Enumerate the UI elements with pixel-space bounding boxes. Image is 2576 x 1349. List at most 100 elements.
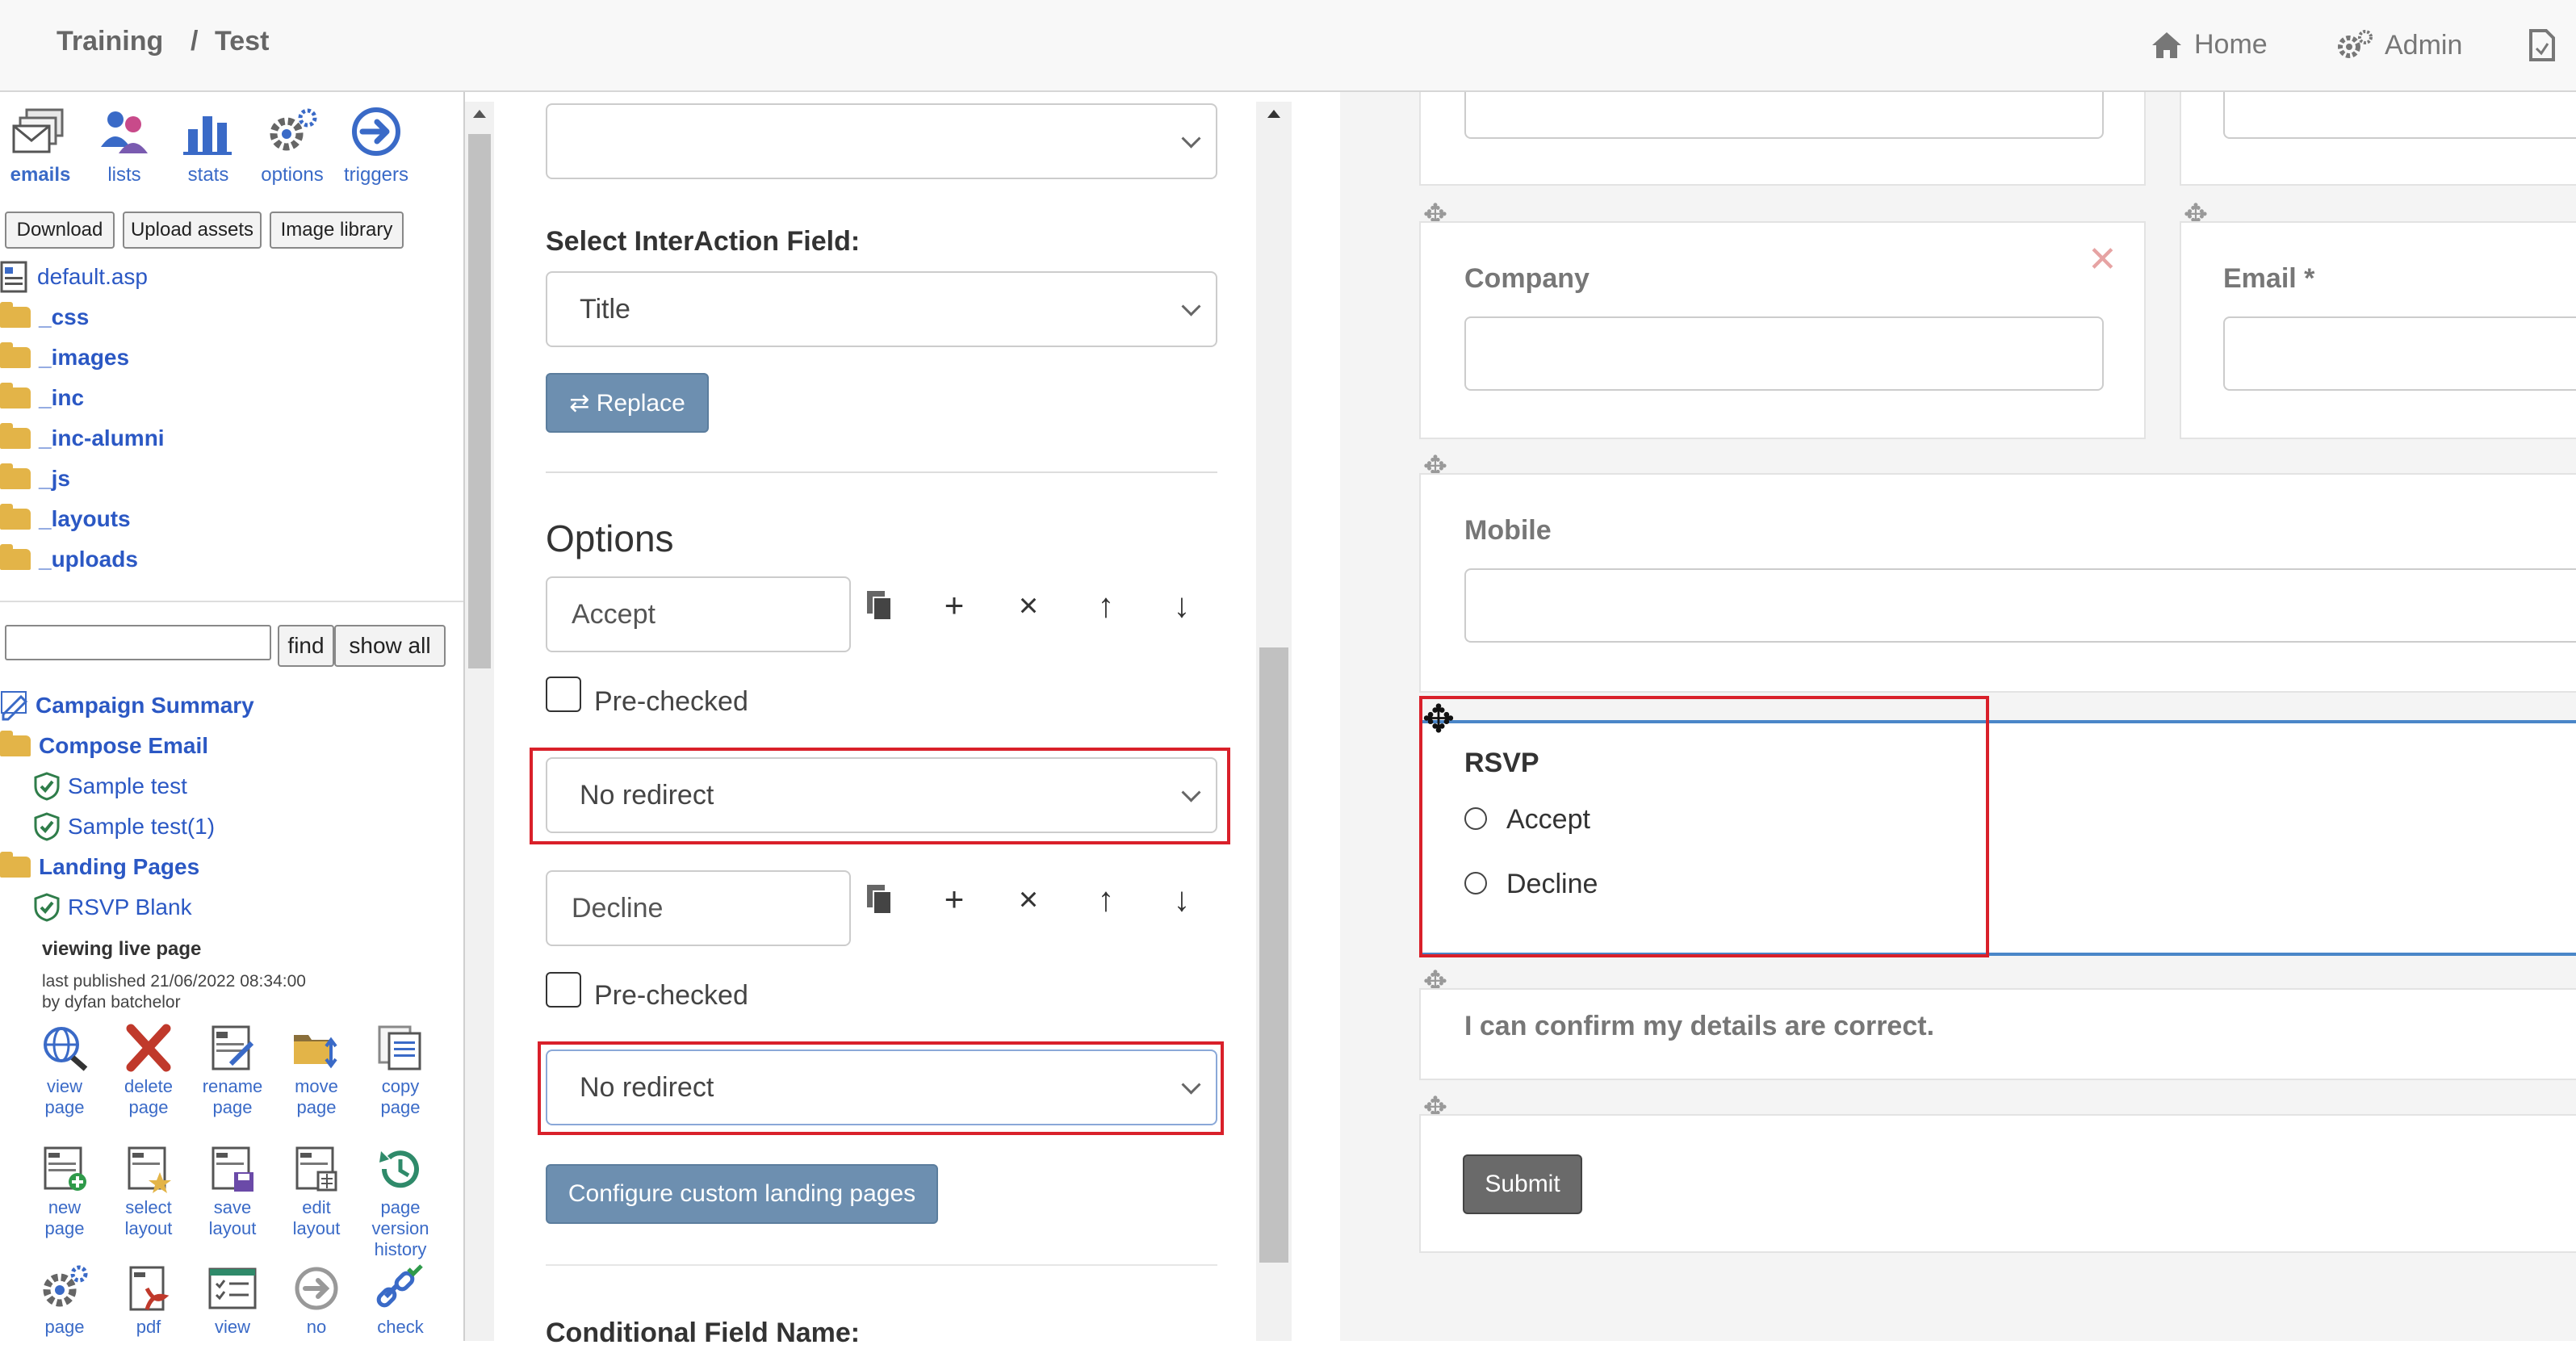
delete-page-action[interactable]: delete page [108,1024,189,1118]
redirect-select-2[interactable]: No redirect [546,1049,1217,1125]
folder-inc-alumni[interactable]: _inc-alumni [0,420,165,457]
pdf-action[interactable]: pdf [108,1264,189,1338]
redirect-select-1[interactable]: No redirect [546,757,1217,833]
company-input[interactable] [1464,316,2104,391]
action-label: layout [124,1218,173,1238]
sidebar-scroll-thumb[interactable] [468,134,491,668]
replace-button[interactable]: ⇄ Replace [546,373,709,433]
view-list-action[interactable]: view [192,1264,273,1338]
nav-admin[interactable]: Admin [2336,29,2462,61]
select-layout-action[interactable]: select layout [108,1145,189,1239]
edit-layout-action[interactable]: edit layout [276,1145,357,1239]
copy-option-button[interactable] [856,589,904,630]
file-default-asp[interactable]: default.asp [0,258,148,295]
form-field-card[interactable] [2180,92,2576,186]
tree-rsvp-blank[interactable]: RSVP Blank [34,888,192,927]
toolbar-emails-label: emails [10,164,71,186]
submit-field-card[interactable]: Submit [1419,1114,2576,1253]
new-page-action[interactable]: new page [24,1145,105,1239]
find-button[interactable]: find [278,625,334,667]
email-field-card[interactable]: Email * [2180,221,2576,439]
option-accept-input[interactable]: Accept [546,576,851,652]
mobile-field-card[interactable]: Mobile [1419,473,2576,693]
form-field-card[interactable] [1419,92,2146,186]
download-button[interactable]: Download [5,212,115,249]
arrow-up-icon: ↑ [1097,586,1115,624]
breadcrumb-separator: / [191,26,199,57]
rename-page-action[interactable]: rename page [192,1024,273,1118]
save-layout-action[interactable]: save layout [192,1145,273,1239]
folder-js[interactable]: _js [0,460,70,497]
scroll-up-arrow[interactable] [1267,110,1280,118]
mobile-input[interactable] [1464,568,2576,643]
sidebar-scrollbar[interactable] [465,102,494,1341]
folder-inc[interactable]: _inc [0,379,84,417]
nav-reports[interactable] [2528,29,2556,61]
sidebar-divider [0,601,463,602]
folder-css[interactable]: _css [0,299,89,336]
tree-campaign-summary[interactable]: Campaign Summary [0,686,254,725]
tree-compose-email[interactable]: Compose Email [0,727,208,765]
close-icon: × [1018,880,1039,918]
prechecked-checkbox-1[interactable] [546,677,581,712]
option-decline-input[interactable]: Decline [546,870,851,946]
move-page-action[interactable]: move page [276,1024,357,1118]
folder-icon [0,423,31,449]
page-version-history-action[interactable]: page version history [360,1145,441,1260]
move-option-up-button[interactable]: ↑ [1082,586,1130,625]
published-by: by dyfan batchelor [42,993,181,1012]
interaction-field-select[interactable]: Title [546,271,1217,347]
folder-images[interactable]: _images [0,339,129,376]
top-select[interactable] [546,103,1217,179]
configure-landing-pages-button[interactable]: Configure custom landing pages [546,1164,938,1224]
toolbar-emails[interactable]: emails [3,107,77,186]
upload-assets-button[interactable]: Upload assets [123,212,262,249]
page-settings-action[interactable]: page [24,1264,105,1338]
move-option-up-button[interactable]: ↑ [1082,880,1130,919]
show-all-button[interactable]: show all [334,625,446,667]
confirm-field-card[interactable]: I can confirm my details are correct. [1419,988,2576,1080]
scroll-up-arrow[interactable] [473,110,486,118]
toolbar-lists[interactable]: lists [87,107,161,186]
toolbar-stats[interactable]: stats [171,107,245,186]
toolbar-triggers[interactable]: triggers [339,107,413,186]
action-label: layout [292,1218,341,1238]
move-option-down-button[interactable]: ↓ [1158,586,1206,625]
tree-sample-test[interactable]: Sample test [34,767,187,806]
field-input[interactable] [2223,92,2576,139]
close-icon[interactable]: ✕ [2088,239,2117,280]
check-links-action[interactable]: check [360,1264,441,1338]
move-folder-icon [294,1035,337,1069]
folder-uploads[interactable]: _uploads [0,541,138,578]
remove-option-button[interactable]: × [1004,586,1053,625]
toolbar-options[interactable]: options [255,107,329,186]
add-option-button[interactable]: + [930,586,978,625]
confirm-label: I can confirm my details are correct. [1464,1011,1935,1041]
submit-button[interactable]: Submit [1463,1154,1582,1214]
editor-scrollbar[interactable] [1256,102,1292,1341]
tree-landing-pages[interactable]: Landing Pages [0,848,199,886]
image-library-button[interactable]: Image library [270,212,404,249]
nav-home[interactable]: Home [2151,29,2268,61]
search-input[interactable] [5,625,271,660]
folder-layouts[interactable]: _layouts [0,501,131,538]
editor-scroll-thumb[interactable] [1259,647,1288,1263]
tree-sample-test-1[interactable]: Sample test(1) [34,807,215,846]
tree-label: Landing Pages [39,854,200,879]
remove-option-button[interactable]: × [1004,880,1053,919]
folder-name: _inc-alumni [39,425,165,450]
breadcrumb-training[interactable]: Training [57,26,163,57]
shield-check-icon [34,772,60,801]
copy-option-button[interactable] [856,883,904,924]
email-input[interactable] [2223,316,2576,391]
action-label: view [46,1076,82,1096]
folder-icon [0,463,31,489]
no-action[interactable]: no [276,1264,357,1338]
view-page-action[interactable]: view page [24,1024,105,1118]
copy-page-action[interactable]: copy page [360,1024,441,1118]
prechecked-checkbox-2[interactable] [546,972,581,1008]
field-input[interactable] [1464,92,2104,139]
company-field-card[interactable]: Company ✕ [1419,221,2146,439]
move-option-down-button[interactable]: ↓ [1158,880,1206,919]
add-option-button[interactable]: + [930,880,978,919]
